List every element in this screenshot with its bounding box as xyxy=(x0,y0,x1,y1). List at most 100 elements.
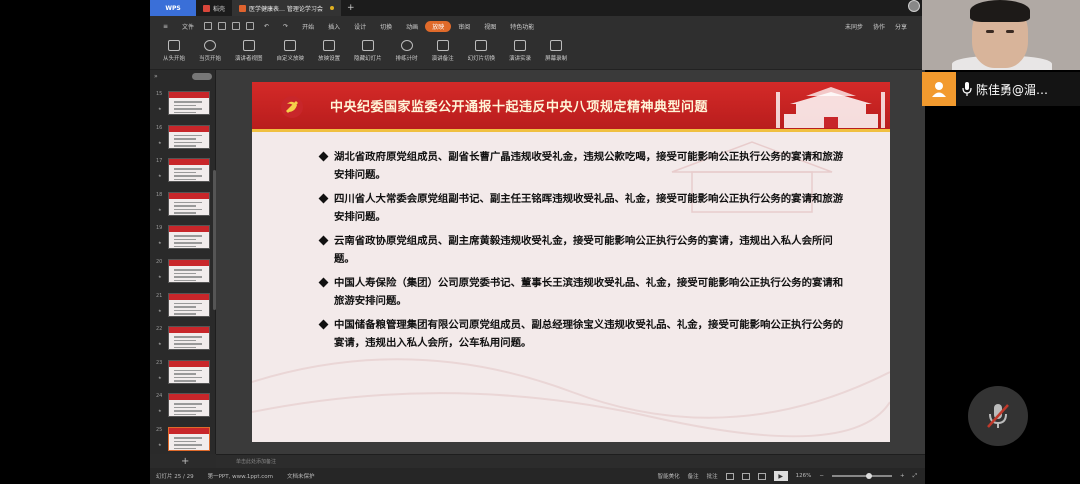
redo-icon[interactable]: ↷ xyxy=(276,23,295,30)
thumbnail-text-line xyxy=(174,212,196,214)
theme-name: 第一PPT, www.1ppt.com xyxy=(207,474,273,480)
wps-tab-label: WPS xyxy=(165,4,181,12)
wps-home-tab[interactable]: WPS xyxy=(150,0,196,16)
document-protection-status[interactable]: 文档未保护 xyxy=(287,472,315,480)
comments-toggle-button[interactable]: 批注 xyxy=(707,472,718,480)
slide-thumbnail[interactable]: 15 ★ xyxy=(150,90,216,120)
slide-thumbnail[interactable]: 23 ★ xyxy=(150,359,216,389)
export-pdf-icon[interactable] xyxy=(218,22,227,30)
speaker-notes-button[interactable]: 演讲备注 xyxy=(425,40,461,62)
normal-view-icon[interactable] xyxy=(725,472,734,480)
print-icon[interactable] xyxy=(232,22,241,30)
thumbnail-preview xyxy=(168,124,210,149)
sync-status-button[interactable]: 未同步 xyxy=(845,22,863,31)
smart-beautify-button[interactable]: 智能美化 xyxy=(658,472,680,480)
slide-thumbnail[interactable]: 25 ★ xyxy=(150,426,216,456)
screen: WPS 稻壳 医学健康表… 管理论学习会 + ≡ 文件 ↶ ↷ 开始 插入 设计… xyxy=(0,0,1080,484)
thumbnail-header xyxy=(169,428,209,434)
animation-star-icon: ★ xyxy=(158,240,162,246)
menu-review[interactable]: 审阅 xyxy=(451,22,477,31)
slide-transition-button[interactable]: 幻灯片切换 xyxy=(461,40,503,62)
thumbnail-text-line xyxy=(174,235,202,237)
thumbnail-number: 24 xyxy=(156,393,163,400)
tab-document[interactable]: 医学健康表… 管理论学习会 xyxy=(232,0,341,16)
reading-view-icon[interactable] xyxy=(757,472,766,480)
zoom-in-icon[interactable]: + xyxy=(900,473,905,479)
mute-microphone-button[interactable] xyxy=(968,386,1028,446)
notes-pane[interactable]: 单击此处添加备注 xyxy=(216,454,925,468)
new-tab-plus-icon[interactable]: + xyxy=(341,3,361,13)
rehearse-timing-button[interactable]: 排练计时 xyxy=(389,40,425,62)
slide-thumbnail[interactable]: 16 ★ xyxy=(150,124,216,154)
menu-insert[interactable]: 插入 xyxy=(321,22,347,31)
preview-icon[interactable] xyxy=(246,22,255,30)
thumbnail-header xyxy=(169,125,209,132)
timer-icon xyxy=(400,40,413,51)
diamond-bullet-icon xyxy=(318,319,329,330)
menu-home[interactable]: 开始 xyxy=(295,22,321,31)
speech-record-icon xyxy=(514,40,527,51)
thumbnail-preview xyxy=(168,393,210,418)
participant-video[interactable] xyxy=(922,0,1080,70)
notes-toggle-button[interactable]: 备注 xyxy=(688,472,699,480)
slide-thumbnail[interactable]: 21 ★ xyxy=(150,292,216,322)
zoom-slider[interactable] xyxy=(831,473,892,479)
menu-slideshow[interactable]: 放映 xyxy=(425,20,452,32)
play-from-start-icon xyxy=(168,40,180,51)
zoom-level[interactable]: 126% xyxy=(796,473,812,479)
speech-record-button[interactable]: 演讲实录 xyxy=(502,40,538,62)
slide-thumbnail[interactable]: 19 ★ xyxy=(150,224,216,254)
thumbnail-preview xyxy=(168,292,210,317)
hide-slide-button[interactable]: 隐藏幻灯片 xyxy=(347,40,389,62)
share-button[interactable]: 分享 xyxy=(895,22,907,31)
play-slideshow-button[interactable]: ▶ xyxy=(773,471,788,481)
menu-file[interactable]: 文件 xyxy=(175,22,201,31)
menu-transition[interactable]: 切换 xyxy=(373,22,399,31)
zoom-out-icon[interactable]: − xyxy=(819,473,824,479)
participant-name-bar: 陈佳勇@湄… xyxy=(922,72,1080,106)
slide-thumbnail[interactable]: 22 ★ xyxy=(150,325,216,355)
custom-show-icon xyxy=(284,40,297,51)
menu-animation[interactable]: 动画 xyxy=(399,22,425,31)
user-avatar[interactable] xyxy=(908,0,920,12)
play-from-current-button[interactable]: 当页开始 xyxy=(192,40,228,62)
play-from-start-button[interactable]: 从头开始 xyxy=(156,40,192,62)
save-icon[interactable] xyxy=(204,22,213,30)
slide-thumbnail[interactable]: 20 ★ xyxy=(150,258,216,288)
slide-canvas: 中央纪委国家监委公开通报十起违反中央八项规定精神典型问题 湖北省政府原党组成员、… xyxy=(216,70,925,454)
menu-hamburger-icon[interactable]: ≡ xyxy=(156,23,175,30)
sorter-view-icon[interactable] xyxy=(741,472,750,480)
zoom-slider-knob[interactable] xyxy=(865,473,872,479)
diamond-bullet-icon xyxy=(318,235,329,246)
menu-bar: ≡ 文件 ↶ ↷ 开始 插入 设计 切换 动画 放映 审阅 视图 特色功能 未同… xyxy=(150,16,925,36)
presenter-view-button[interactable]: 演讲者视图 xyxy=(228,40,270,62)
custom-show-button[interactable]: 自定义放映 xyxy=(270,40,312,62)
thumbnail-text-line xyxy=(174,373,196,375)
animation-star-icon: ★ xyxy=(158,206,162,212)
collapse-panel-icon[interactable]: » xyxy=(154,73,158,80)
thumbnail-text-line xyxy=(174,346,196,349)
fit-window-icon[interactable]: ⤢ xyxy=(913,473,917,480)
thumbnail-preview xyxy=(168,191,210,216)
slide-counter: 幻灯片 25 / 29 xyxy=(156,474,194,480)
thumbnail-text-line xyxy=(174,111,196,113)
collaborate-button[interactable]: 协作 xyxy=(873,22,885,31)
thumbnail-text-line xyxy=(174,406,196,409)
undo-icon[interactable]: ↶ xyxy=(257,23,276,30)
panel-toggle[interactable] xyxy=(192,72,212,80)
menu-design[interactable]: 设计 xyxy=(347,22,373,31)
thumbnail-text-line xyxy=(174,313,196,315)
screen-record-button[interactable]: 屏幕录制 xyxy=(538,40,574,62)
slide-thumbnail[interactable]: 17 ★ xyxy=(150,157,216,187)
current-slide[interactable]: 中央纪委国家监委公开通报十起违反中央八项规定精神典型问题 湖北省政府原党组成员、… xyxy=(252,82,890,442)
animation-star-icon: ★ xyxy=(158,341,162,347)
menu-features[interactable]: 特色功能 xyxy=(503,22,541,31)
slide-thumbnail[interactable]: 24 ★ xyxy=(150,392,216,422)
show-settings-button[interactable]: 放映设置 xyxy=(311,40,347,62)
tab-docer[interactable]: 稻壳 xyxy=(196,0,232,16)
bullet-text: 中国储备粮管理集团有限公司原党组成员、副总经理徐宝义违规收受礼品、礼金，接受可能… xyxy=(334,319,844,349)
slide-thumbnail[interactable]: 18 ★ xyxy=(150,191,216,221)
thumbnail-text-line xyxy=(174,403,202,405)
menu-view[interactable]: 视图 xyxy=(477,22,503,31)
add-slide-plus-icon[interactable]: + xyxy=(181,456,189,467)
